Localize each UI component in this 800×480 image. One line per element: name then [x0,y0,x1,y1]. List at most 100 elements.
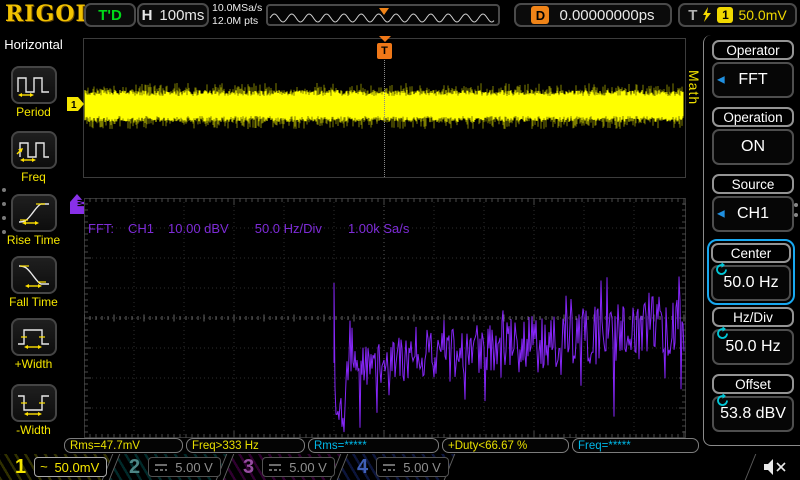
waveform-overview-thumbnail[interactable] [266,4,500,26]
trigger-status-text: T'D [98,7,122,24]
channel-bar-divider [745,454,757,480]
edge-trigger-icon [702,7,712,23]
minus-width-button[interactable] [11,384,57,422]
source-value[interactable]: ◀ CH1 [712,196,794,232]
measurement-rms-ch1: Rms=47.7mV [64,438,183,453]
menu-item-offset[interactable]: Offset 53.8 dBV [712,374,794,432]
channel-4-settings-box: 5.00 V [376,457,449,477]
menu-item-operation[interactable]: Operation ON [712,107,794,165]
trigger-position-line [384,60,385,177]
freq-button[interactable] [11,131,57,169]
thumbnail-waveform-icon [268,6,498,24]
channel-3-settings-box: 5.00 V [262,457,335,477]
channel-3-block[interactable]: 3 5.00 V [223,454,342,480]
channel-1-block[interactable]: 1 ~ 50.0mV [0,454,113,480]
h-label: H [142,7,153,24]
menu-item-operator[interactable]: Operator ◀ FFT [712,40,794,98]
dc-coupling-icon [382,463,396,472]
left-menu-title: Horizontal [0,37,67,52]
channel-3-scale: 5.00 V [287,460,329,475]
trigger-label: T [688,7,697,24]
fall-time-button[interactable] [11,256,57,294]
measurement-rms-2: Rms=***** [308,438,439,453]
center-value[interactable]: 50.0 Hz [711,265,791,301]
top-status-bar: RIGOL T'D H 100ms 10.0MSa/s 12.0M pts D … [0,0,800,30]
rise-time-label: Rise Time [0,233,67,247]
dc-coupling-icon [154,463,168,472]
plus-width-icon [16,324,52,350]
timebase-value: 100ms [159,7,204,24]
trigger-position-arrow-icon[interactable] [379,36,391,42]
fft-source: CH1 [128,221,154,236]
hz-per-div-value[interactable]: 50.0 Hz [712,329,794,365]
source-label: Source [712,174,794,194]
menu-scroll-dot [2,216,6,220]
center-label: Center [711,243,791,263]
channel-status-bar: 1 ~ 50.0mV 2 5.00 V 3 [0,454,800,480]
operation-label: Operation [712,107,794,127]
measurement-freq-2: Freq=***** [572,438,699,453]
acquisition-info: 10.0MSa/s 12.0M pts [212,2,262,28]
delay-badge: D 0.00000000ps [514,3,672,27]
menu-item-source[interactable]: Source ◀ CH1 [712,174,794,232]
period-label: Period [0,105,67,119]
sound-muted-icon[interactable] [762,458,788,476]
minus-width-label: -Width [0,423,67,437]
measure-item-freq[interactable]: Freq [0,131,67,184]
horizontal-timebase-badge: H 100ms [137,3,209,27]
fft-title: FFT: [88,221,114,236]
menu-item-center[interactable]: Center 50.0 Hz [707,239,795,305]
menu-item-hz-per-div[interactable]: Hz/Div 50.0 Hz [712,307,794,365]
offset-value[interactable]: 53.8 dBV [712,396,794,432]
menu-scroll-dot [2,230,6,234]
period-button[interactable] [11,66,57,104]
measurement-readout-bar: Rms=47.7mV Freq>333 Hz Rms=***** +Duty<6… [64,438,699,453]
period-icon [16,72,52,98]
minus-width-icon [16,390,52,416]
measure-item-plus-width[interactable]: +Width [0,318,67,371]
trigger-status-badge: T'D [84,3,136,27]
submenu-left-arrow-icon: ◀ [717,209,725,220]
math-offset-marker[interactable]: M [70,194,85,215]
channel-4-scale: 5.00 V [401,460,443,475]
trigger-position-flag[interactable]: T [377,43,392,59]
fft-sample-rate: 1.00k Sa/s [348,221,409,236]
ch1-level-marker[interactable]: 1 [67,97,85,112]
math-menu-tab[interactable]: Math [686,70,702,105]
trigger-settings-badge: T 1 50.0mV [678,3,797,27]
rigol-logo: RIGOL [5,1,92,27]
operator-value[interactable]: ◀ FFT [712,62,794,98]
operation-value[interactable]: ON [712,129,794,165]
knob-rotate-icon [715,326,730,341]
submenu-left-arrow-icon: ◀ [717,75,725,86]
plus-width-button[interactable] [11,318,57,356]
measure-item-minus-width[interactable]: -Width [0,384,67,437]
measure-item-rise-time[interactable]: Rise Time [0,194,67,247]
measurement-freq-ch1: Freq>333 Hz [186,438,305,453]
trigger-source-chip: 1 [717,7,733,23]
measure-item-fall-time[interactable]: Fall Time [0,256,67,309]
channel-2-block[interactable]: 2 5.00 V [109,454,228,480]
memory-depth: 12.0M pts [212,15,262,28]
fall-time-label: Fall Time [0,295,67,309]
channel-1-number: 1 [15,456,26,479]
rise-time-button[interactable] [11,194,57,232]
menu-scroll-dot [2,188,6,192]
menu-page-dot [794,203,798,207]
fft-hz-per-div: 50.0 Hz/Div [255,221,322,236]
menu-scroll-dot [2,202,6,206]
measure-item-period[interactable]: Period [0,66,67,119]
channel-4-block[interactable]: 4 5.00 V [337,454,456,480]
fft-scale: 10.00 dBV [168,221,229,236]
operator-label: Operator [712,40,794,60]
delay-icon: D [531,6,549,24]
freq-label: Freq [0,170,67,184]
offset-label: Offset [712,374,794,394]
measurement-duty: +Duty<66.67 % [442,438,569,453]
menu-page-dot [794,213,798,217]
math-soft-menu: Operator ◀ FFT Operation ON Source ◀ CH1… [703,35,800,446]
fft-settings-readout: FFT: CH1 10.00 dBV 50.0 Hz/Div 1.00k Sa/… [88,221,409,236]
freq-icon [16,137,52,163]
channel-1-scale: 50.0mV [53,460,101,475]
rise-time-icon [16,200,52,226]
